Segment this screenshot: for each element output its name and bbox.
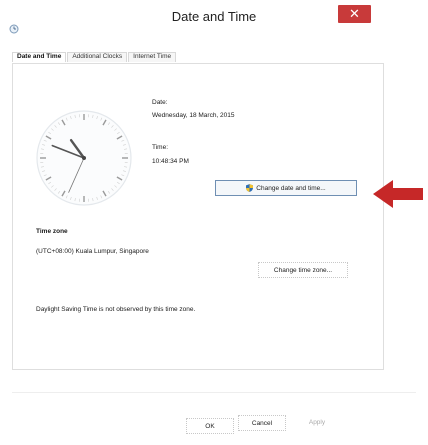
change-date-time-label: Change date and time... [256,184,326,192]
tab-additional-clocks[interactable]: Additional Clocks [67,52,128,62]
pointer-arrow-icon [373,180,423,208]
title-bar: Date and Time ✕ [0,0,428,34]
time-zone-value: (UTC+08:00) Kuala Lumpur, Singapore [36,248,149,255]
time-zone-heading: Time zone [36,228,68,235]
tab-date-and-time[interactable]: Date and Time [12,52,67,62]
close-button[interactable]: ✕ [338,5,371,23]
apply-button[interactable]: Apply [294,415,340,429]
uac-shield-icon [246,184,254,192]
ok-button[interactable]: OK [186,418,234,434]
time-value: 10:48:34 PM [152,158,189,165]
clock-center [82,156,86,160]
close-icon: ✕ [349,6,360,21]
date-label: Date: [152,99,168,106]
date-value: Wednesday, 18 March, 2015 [152,112,235,119]
apply-label: Apply [308,418,326,426]
cancel-label: Cancel [251,419,273,427]
tab-strip: Date and Time Additional Clocks Internet… [12,48,177,62]
change-time-zone-button[interactable]: Change time zone... [258,262,348,278]
time-label: Time: [152,144,169,151]
footer-separator [12,392,416,393]
ok-label: OK [205,422,215,430]
change-date-time-button[interactable]: Change date and time... [215,180,357,196]
cancel-button[interactable]: Cancel [238,415,286,431]
tab-internet-time[interactable]: Internet Time [128,52,177,62]
analog-clock [36,110,132,206]
clock-icon [9,24,19,34]
change-time-zone-label: Change time zone... [273,266,333,274]
dst-note: Daylight Saving Time is not observed by … [36,306,196,313]
